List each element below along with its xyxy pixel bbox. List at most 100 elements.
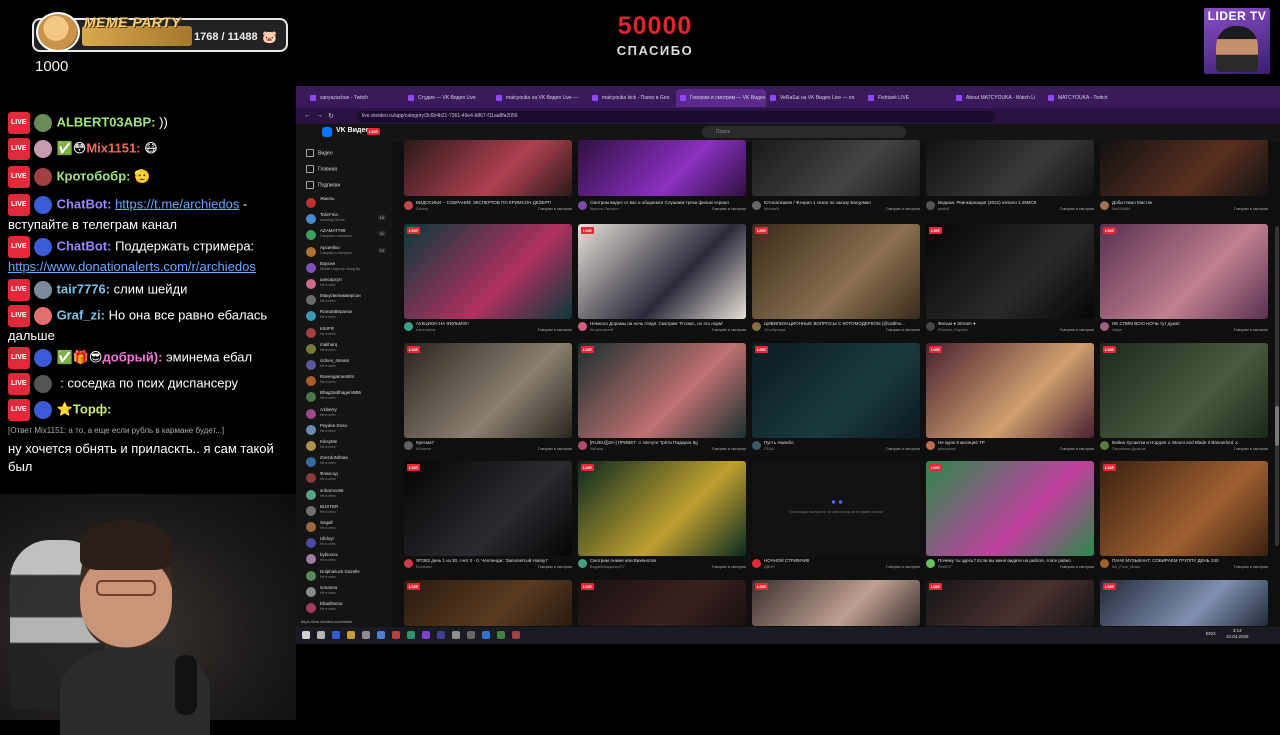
- user-avatar[interactable]: [33, 281, 52, 299]
- stream-thumbnail[interactable]: [752, 461, 920, 556]
- browser-tab[interactable]: VeRaSai на VK Видео Live — on: [766, 89, 856, 107]
- sidebar-channel[interactable]: Флексод Не в сети: [304, 471, 390, 485]
- stream-thumbnail[interactable]: [404, 343, 572, 438]
- user-avatar[interactable]: [33, 168, 52, 186]
- streamer-name[interactable]: Phoenix_Hnyrdon: [938, 328, 968, 332]
- sidebar-channel[interactable]: алисарсуп Не в сети: [304, 277, 390, 291]
- chat-username[interactable]: ChatBot:: [57, 238, 112, 253]
- stream-category[interactable]: Говорим и смотрим: [886, 207, 920, 211]
- sidebar-channel[interactable]: Paydee Dosu Не в сети: [304, 423, 390, 437]
- stream-thumbnail[interactable]: [926, 224, 1094, 319]
- streamer-name[interactable]: Кирилл Смотрит: [590, 207, 619, 211]
- stream-title[interactable]: НЕ СПИМ ВСЮ НОЧЬ тут думат: [1112, 321, 1268, 326]
- stream-category[interactable]: Говорим и смотрим: [1234, 447, 1268, 451]
- taskbar-app-icon[interactable]: [437, 631, 445, 639]
- stream-title[interactable]: ПАНК МУЗЫКАНТ. СОБИРАЕМ ГРУППУ ДЕНЬ 240: [1112, 558, 1268, 563]
- bot-avatar[interactable]: [33, 349, 52, 367]
- stream-thumbnail[interactable]: [1100, 580, 1268, 626]
- stream-title[interactable]: Не курю 9 месяцев ТР: [938, 440, 1094, 445]
- stream-title[interactable]: Фильм ● Stream ●: [938, 321, 1094, 326]
- stream-category[interactable]: Говорим и смотрим: [538, 565, 572, 569]
- streamer-avatar[interactable]: [926, 441, 935, 450]
- streamer-avatar[interactable]: [578, 559, 587, 568]
- user-avatar[interactable]: [33, 307, 52, 325]
- stream-title[interactable]: Немного Дорамы на ночь глядя. Смотрим 'Я…: [590, 321, 746, 326]
- sidebar-channel[interactable]: Segall Не в сети: [304, 520, 390, 534]
- stream-title[interactable]: ЦИВИЛИЗАЦИОННЫЕ ВОПРОСЫ С КОТОМОДЕРКОМ (…: [764, 321, 920, 326]
- stream-category[interactable]: Говорим и смотрим: [886, 447, 920, 451]
- sidebar-channel[interactable]: ZvezdoNihtaa Не в сети: [304, 455, 390, 469]
- browser-tab[interactable]: MATCYOUKA - Twitch: [1044, 89, 1134, 107]
- sidebar-channel[interactable]: cidnes_stream Не в сети: [304, 358, 390, 372]
- stream-thumbnail[interactable]: [752, 224, 920, 319]
- stream-thumbnail[interactable]: [578, 343, 746, 438]
- chat-username[interactable]: ALBERT03ABP:: [57, 114, 156, 129]
- user-avatar[interactable]: [33, 114, 52, 132]
- sidebar-channel[interactable]: Dolphieluck Gazelle Не в сети: [304, 569, 390, 583]
- stream-thumbnail[interactable]: [752, 343, 920, 438]
- browser-tab[interactable]: sanyazachan - Twitch: [306, 89, 396, 107]
- streamer-name[interactable]: Michael5: [764, 207, 779, 211]
- windows-start-icon[interactable]: [302, 631, 310, 639]
- sidebar-channel[interactable]: Ravengames904 Не в сети: [304, 374, 390, 388]
- browser-tab[interactable]: Говорим и смотрим — VK Видео: [676, 89, 766, 107]
- sidebar-channel[interactable]: soharovo66 Не в сети: [304, 488, 390, 502]
- stream-thumbnail[interactable]: [404, 461, 572, 556]
- streamer-avatar[interactable]: [1100, 201, 1109, 210]
- stream-category[interactable]: Говорим и смотрим: [712, 207, 746, 211]
- streamer-name[interactable]: Red0ST: [938, 565, 952, 569]
- chat-username[interactable]: Торф:: [73, 401, 112, 416]
- stream-title[interactable]: Почему ты здесь? Если вы меня видите на …: [938, 558, 1094, 563]
- taskbar-app-icon[interactable]: [392, 631, 400, 639]
- streamer-avatar[interactable]: [404, 322, 413, 331]
- sidebar-channel[interactable]: Арсиябко Говорим и смотрим 13: [304, 245, 390, 259]
- chat-username[interactable]: tair7776:: [57, 281, 110, 296]
- stream-thumbnail[interactable]: [926, 580, 1094, 626]
- stream-thumbnail[interactable]: [1100, 224, 1268, 319]
- bot-avatar[interactable]: [33, 196, 52, 214]
- taskbar-app-icon[interactable]: [332, 631, 340, 639]
- sidebar-channel[interactable]: Вэрсни Mobile Legends: Bang Ba: [304, 261, 390, 275]
- stream-thumbnail[interactable]: [926, 343, 1094, 438]
- chat-username[interactable]: добрый):: [103, 349, 163, 364]
- streamer-name[interactable]: Kirupinoliprett: [590, 328, 613, 332]
- bot-avatar[interactable]: [33, 401, 52, 419]
- stream-thumbnail[interactable]: [1100, 343, 1268, 438]
- streamer-name[interactable]: ДВНН: [764, 565, 775, 569]
- sidebar-channel[interactable]: sonanea Не в сети: [304, 585, 390, 599]
- browser-tab[interactable]: Студия — VK Видео Live: [404, 89, 494, 107]
- stream-category[interactable]: Говорим и смотрим: [1060, 328, 1094, 332]
- streamer-avatar[interactable]: [1100, 441, 1109, 450]
- stream-title[interactable]: Ютопалкакия / Фэнрил 1 сезон по заказу Б…: [764, 200, 920, 205]
- browser-tab[interactable]: matcyouka kick - Поиск в Goo: [588, 89, 678, 107]
- streamer-avatar[interactable]: [1100, 322, 1109, 331]
- streamer-avatar[interactable]: [1100, 559, 1109, 568]
- taskbar-app-icon[interactable]: [512, 631, 520, 639]
- stream-thumbnail[interactable]: [578, 580, 746, 626]
- stream-thumbnail[interactable]: [926, 140, 1094, 196]
- sidebar-channel[interactable]: Макусвелиюверсон Не в сети: [304, 293, 390, 307]
- stream-title[interactable]: Смотрим видео от вас и общаемся Слушаем …: [590, 200, 746, 205]
- taskbar-app-icon[interactable]: [362, 631, 370, 639]
- sidebar-channel[interactable]: RomanBirpanov Не в сети: [304, 309, 390, 323]
- stream-thumbnail[interactable]: [404, 580, 572, 626]
- taskbar-app-icon[interactable]: [347, 631, 355, 639]
- stream-title[interactable]: [RU/EU][18+] ПРИВЕТ ☺ Мочуте Трёти Пмдар…: [590, 440, 746, 445]
- stream-thumbnail[interactable]: [404, 140, 572, 196]
- streamer-avatar[interactable]: [926, 322, 935, 331]
- stream-category[interactable]: Говорим и смотрим: [886, 328, 920, 332]
- browser-tab[interactable]: About MATCYOUKA - Watch Li: [952, 89, 1042, 107]
- chat-link[interactable]: https://t.me/archiedos: [115, 196, 239, 211]
- bot-avatar[interactable]: [33, 238, 52, 256]
- stream-title[interactable]: Смотрим Аниме или Вихенотов: [590, 558, 746, 563]
- taskbar-app-icon[interactable]: [377, 631, 385, 639]
- streamer-avatar[interactable]: [404, 559, 413, 568]
- sidebar-nav-item[interactable]: Главная: [306, 165, 337, 173]
- stream-thumbnail[interactable]: [926, 461, 1094, 556]
- stream-category[interactable]: Говорим и смотрим: [538, 328, 572, 332]
- stream-thumbnail[interactable]: [404, 224, 572, 319]
- search-icon[interactable]: [317, 631, 325, 639]
- streamer-avatar[interactable]: [578, 201, 587, 210]
- scrollbar[interactable]: [1275, 226, 1279, 546]
- stream-category[interactable]: Говорим и смотрим: [538, 447, 572, 451]
